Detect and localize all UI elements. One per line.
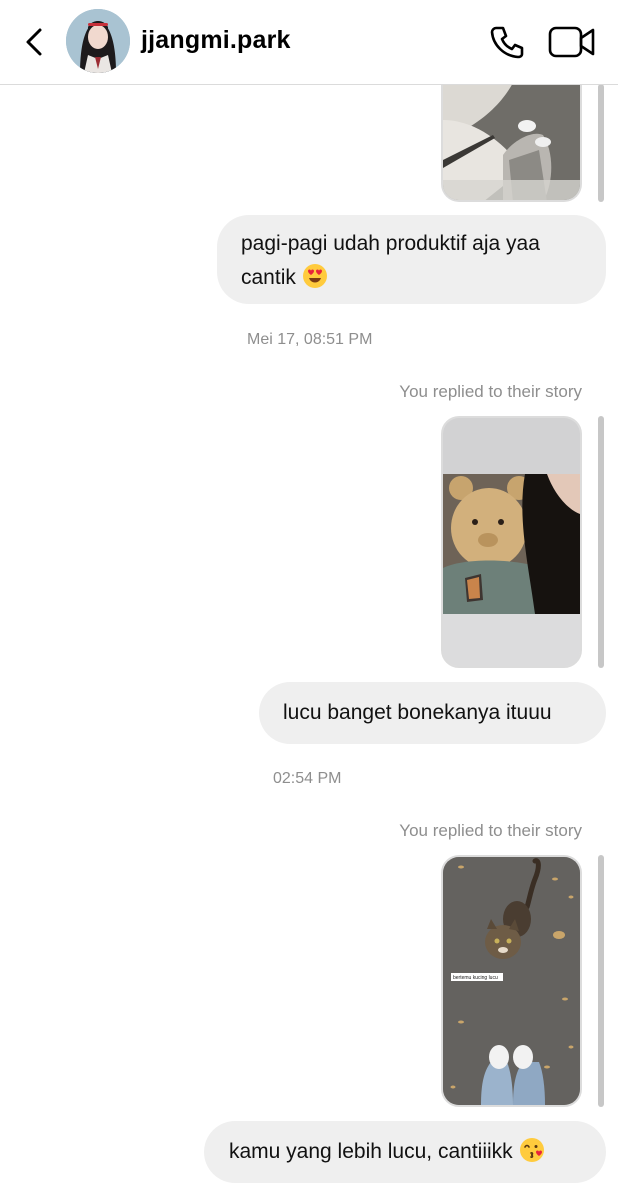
message-text: cantik (241, 266, 296, 289)
kissing-face-emoji-icon (519, 1138, 544, 1162)
story-reply-label: You replied to their story (399, 382, 582, 401)
message-text: kamu yang lebih lucu, cantiiikk (229, 1140, 513, 1163)
message-bubble[interactable]: pagi-pagi udah produktif aja yaa cantik (217, 215, 606, 304)
phone-icon[interactable] (489, 24, 525, 60)
message-bubble[interactable]: kamu yang lebih lucu, cantiiikk (204, 1121, 606, 1183)
story-reply-label: You replied to their story (399, 821, 582, 840)
chevron-left-icon[interactable] (20, 24, 48, 60)
message-bubble[interactable]: lucu banget bonekanya ituuu (259, 682, 606, 744)
chat-header: jjangmi.park (0, 0, 618, 85)
timestamp: 02:54 PM (273, 770, 342, 787)
username[interactable]: jjangmi.park (141, 26, 291, 55)
timestamp: Mei 17, 08:51 PM (247, 331, 373, 348)
story-scrollbar (598, 855, 604, 1107)
message-text: pagi-pagi udah produktif aja yaa (241, 232, 540, 255)
heart-eyes-emoji-icon (302, 264, 327, 288)
video-camera-icon[interactable] (548, 25, 596, 59)
story-scrollbar (598, 84, 604, 202)
story-reply-thumbnail[interactable] (441, 416, 582, 668)
story-scrollbar (598, 416, 604, 668)
story-caption: bertemu kucing lucu (453, 975, 498, 981)
message-text: lucu banget bonekanya ituuu (283, 701, 552, 724)
avatar[interactable] (66, 9, 130, 73)
story-reply-thumbnail[interactable]: bertemu kucing lucu (441, 855, 582, 1107)
